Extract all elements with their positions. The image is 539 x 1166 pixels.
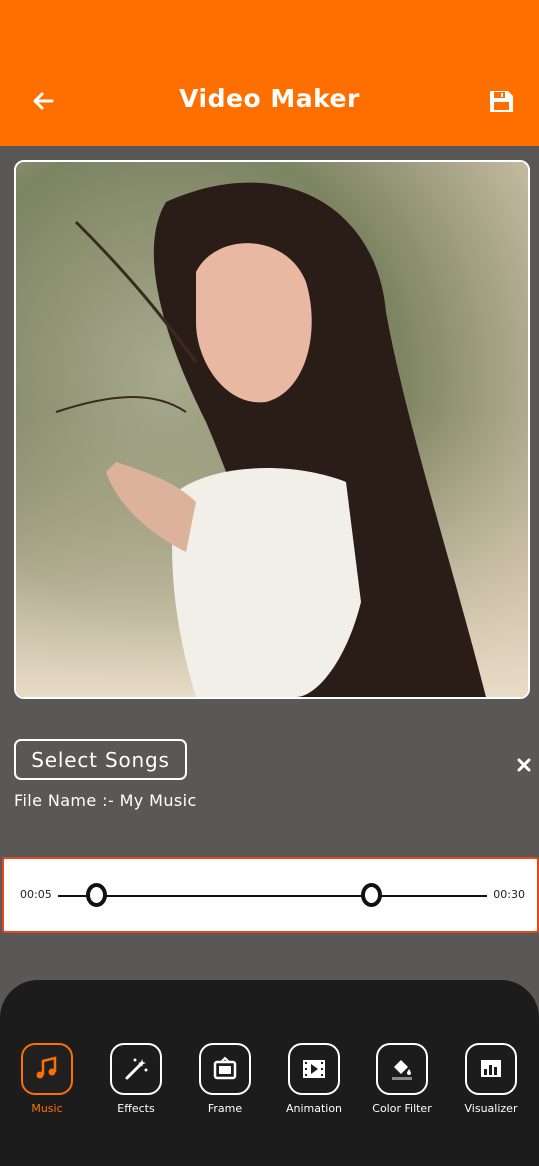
tool-effects-label: Effects xyxy=(117,1102,155,1115)
clear-song-button[interactable] xyxy=(514,755,534,775)
save-button[interactable] xyxy=(486,86,516,116)
close-icon xyxy=(517,758,531,772)
bar-chart-icon xyxy=(481,1060,501,1077)
tool-visualizer-button[interactable] xyxy=(465,1043,517,1095)
save-icon xyxy=(490,91,513,112)
app-bar: Video Maker xyxy=(0,0,539,146)
tool-animation-label: Animation xyxy=(285,1102,343,1115)
video-preview[interactable] xyxy=(14,160,530,699)
end-time: 00:30 xyxy=(493,888,525,901)
frame-icon xyxy=(213,1056,237,1080)
tool-color-filter-button[interactable] xyxy=(376,1043,428,1095)
tool-music-label: Music xyxy=(31,1102,63,1115)
trim-end-handle[interactable] xyxy=(361,883,382,907)
tool-effects-button[interactable] xyxy=(110,1043,162,1095)
preview-image xyxy=(16,162,528,697)
trim-start-handle[interactable] xyxy=(86,883,107,907)
tool-color-filter-label: Color Filter xyxy=(372,1102,432,1115)
tool-frame-button[interactable] xyxy=(199,1043,251,1095)
paint-bucket-icon xyxy=(392,1060,412,1080)
tools-panel: Music Effects Frame Animation Color Filt… xyxy=(0,980,539,1166)
music-note-icon xyxy=(36,1056,57,1079)
start-time: 00:05 xyxy=(20,888,52,901)
tool-animation-button[interactable] xyxy=(288,1043,340,1095)
tool-visualizer[interactable]: Visualizer xyxy=(447,1043,535,1115)
file-name-label: File Name :- My Music xyxy=(14,791,197,810)
tool-frame[interactable]: Frame xyxy=(181,1043,269,1115)
tool-music-button[interactable] xyxy=(21,1043,73,1095)
trim-track[interactable] xyxy=(58,895,487,897)
magic-wand-icon xyxy=(125,1058,148,1080)
tool-color-filter[interactable]: Color Filter xyxy=(358,1043,446,1115)
film-play-icon xyxy=(303,1060,325,1078)
page-title: Video Maker xyxy=(179,84,360,113)
tool-effects[interactable]: Effects xyxy=(92,1043,180,1115)
tool-music[interactable]: Music xyxy=(3,1043,91,1115)
tool-visualizer-label: Visualizer xyxy=(464,1102,518,1115)
tool-animation[interactable]: Animation xyxy=(270,1043,358,1115)
select-songs-button[interactable]: Select Songs xyxy=(14,739,187,780)
audio-trim-slider[interactable]: 00:05 00:30 xyxy=(2,857,539,933)
tool-frame-label: Frame xyxy=(207,1102,243,1115)
